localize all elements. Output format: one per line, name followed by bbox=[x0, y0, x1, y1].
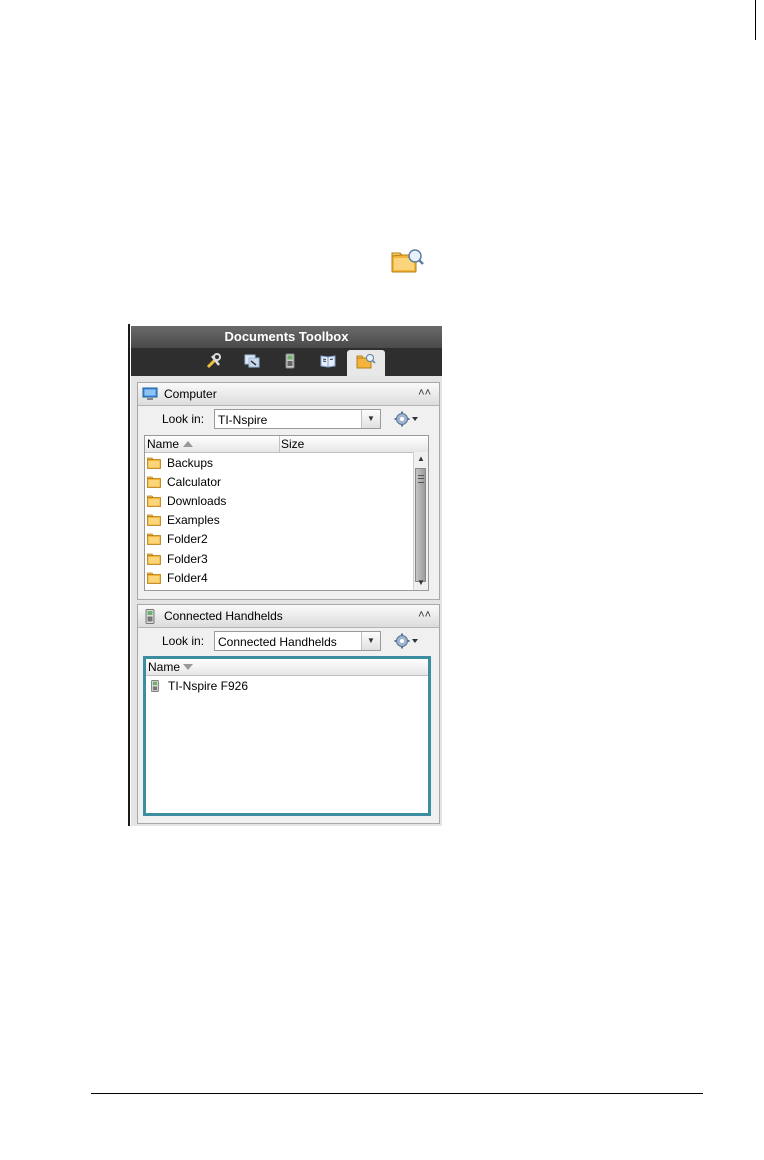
list-item[interactable]: Folder3 bbox=[145, 549, 428, 568]
content-explorer-icon bbox=[390, 247, 426, 275]
utilities-book-icon bbox=[320, 354, 336, 373]
tab-content-explorer[interactable] bbox=[347, 350, 385, 376]
list-item[interactable]: Folder4 bbox=[145, 568, 428, 587]
lookin-row: Look in: Connected Handhelds ▼ bbox=[138, 628, 439, 654]
options-button[interactable] bbox=[394, 409, 422, 429]
toolbox-tab-bar bbox=[131, 348, 442, 376]
documents-toolbox: Documents Toolbox Computer ˄˄ Look in: T… bbox=[128, 324, 442, 826]
gear-icon bbox=[394, 411, 418, 427]
chevron-down-icon[interactable]: ▼ bbox=[361, 632, 380, 650]
lookin-value: TI-Nspire bbox=[218, 413, 268, 427]
computer-file-list: Name Size Backups Calculator Downloads Exam… bbox=[144, 435, 429, 591]
list-item-label: Examples bbox=[167, 513, 220, 528]
handheld-icon bbox=[151, 679, 159, 692]
list-item[interactable]: Examples bbox=[145, 511, 428, 530]
handhelds-list: Name TI-Nspire F926 bbox=[143, 656, 431, 816]
folder-icon bbox=[147, 495, 161, 507]
collapse-icon[interactable]: ˄˄ bbox=[418, 386, 431, 400]
vertical-scrollbar[interactable]: ▲ ▼ bbox=[413, 452, 428, 590]
handheld-icon bbox=[142, 608, 158, 624]
tab-emulator[interactable] bbox=[271, 350, 309, 376]
handhelds-panel: Connected Handhelds ˄˄ Look in: Connecte… bbox=[137, 604, 440, 824]
tools-icon bbox=[206, 352, 222, 374]
lookin-label: Look in: bbox=[162, 634, 205, 648]
list-item[interactable]: Downloads bbox=[145, 491, 428, 510]
list-item-label: Downloads bbox=[167, 493, 227, 508]
handhelds-panel-title: Connected Handhelds bbox=[164, 609, 283, 623]
list-item-label: Backups bbox=[167, 455, 214, 470]
list-item-label: TI-Nspire F926 bbox=[168, 678, 249, 693]
folder-icon bbox=[147, 533, 161, 546]
list-item[interactable]: TI-Nspire F926 bbox=[146, 676, 428, 695]
list-item-label: Folder4 bbox=[167, 570, 208, 585]
folder-icon bbox=[147, 457, 161, 469]
top-rule bbox=[755, 0, 756, 40]
column-divider[interactable] bbox=[279, 436, 280, 452]
lookin-row: Look in: TI-Nspire ▼ bbox=[138, 406, 439, 432]
computer-panel: Computer ˄˄ Look in: TI-Nspire ▼ Name Si… bbox=[137, 382, 440, 600]
collapse-icon[interactable]: ˄˄ bbox=[418, 608, 431, 622]
list-item[interactable]: Calculator bbox=[145, 472, 428, 491]
computer-panel-header[interactable]: Computer ˄˄ bbox=[138, 383, 439, 406]
folder-icon bbox=[147, 553, 161, 565]
tab-tools[interactable] bbox=[195, 350, 233, 376]
list-item[interactable]: Folder2 bbox=[145, 530, 428, 549]
file-list-header: Name Size bbox=[145, 436, 428, 453]
column-name[interactable]: Name bbox=[147, 437, 194, 451]
tab-utilities[interactable] bbox=[309, 350, 347, 376]
chevron-down-icon[interactable]: ▼ bbox=[361, 410, 380, 428]
computer-icon bbox=[142, 386, 158, 402]
handhelds-list-header: Name bbox=[146, 659, 428, 676]
scrollbar-thumb[interactable] bbox=[415, 468, 426, 582]
column-size[interactable]: Size bbox=[281, 437, 304, 451]
scroll-down-icon[interactable]: ▼ bbox=[414, 576, 428, 590]
list-item-label: Folder2 bbox=[167, 532, 208, 547]
sort-descending-icon bbox=[183, 664, 194, 670]
column-name[interactable]: Name bbox=[148, 660, 194, 674]
footer-rule bbox=[91, 1093, 703, 1094]
gear-icon bbox=[394, 633, 418, 649]
tab-page-sorter[interactable] bbox=[233, 350, 271, 376]
lookin-select[interactable]: Connected Handhelds ▼ bbox=[214, 631, 381, 651]
window-edge bbox=[128, 324, 130, 826]
folder-icon bbox=[147, 572, 161, 584]
lookin-value: Connected Handhelds bbox=[218, 635, 337, 649]
list-item-label: Calculator bbox=[167, 474, 222, 489]
folder-icon bbox=[147, 514, 161, 527]
handhelds-panel-header[interactable]: Connected Handhelds ˄˄ bbox=[138, 605, 439, 628]
computer-panel-title: Computer bbox=[164, 387, 217, 401]
content-explorer-icon bbox=[356, 353, 376, 374]
scroll-up-icon[interactable]: ▲ bbox=[414, 452, 428, 466]
sort-ascending-icon bbox=[183, 441, 194, 447]
folder-icon bbox=[147, 476, 161, 488]
emulator-icon bbox=[284, 353, 296, 374]
panel-area: Computer ˄˄ Look in: TI-Nspire ▼ Name Si… bbox=[131, 376, 442, 826]
toolbox-title: Documents Toolbox bbox=[131, 326, 442, 348]
grip-icon bbox=[418, 475, 424, 483]
list-item[interactable]: Backups bbox=[145, 453, 428, 472]
page-sorter-icon bbox=[244, 353, 260, 374]
lookin-label: Look in: bbox=[162, 412, 205, 426]
list-item-label: Folder3 bbox=[167, 551, 208, 566]
options-button[interactable] bbox=[394, 631, 422, 651]
lookin-select[interactable]: TI-Nspire ▼ bbox=[214, 409, 381, 429]
